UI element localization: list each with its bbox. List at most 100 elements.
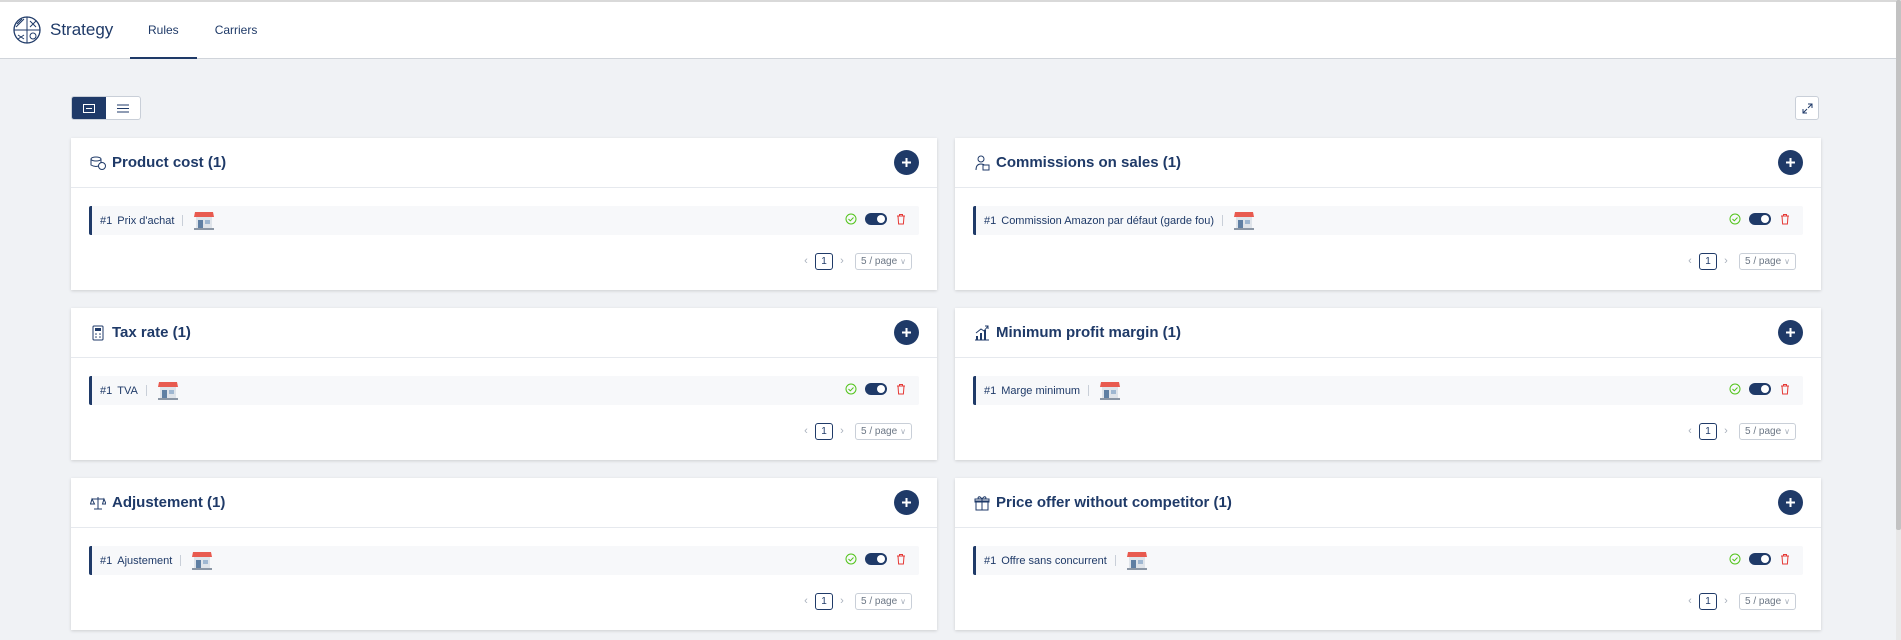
list-view-icon: [117, 104, 129, 112]
rule-row[interactable]: #1 Commission Amazon par défaut (garde f…: [973, 206, 1803, 235]
current-page[interactable]: 1: [1698, 592, 1717, 610]
add-rule-button[interactable]: [1778, 490, 1803, 515]
divider: [1088, 385, 1090, 396]
page-size-select[interactable]: 5 / page ∨: [854, 592, 912, 610]
rule-row[interactable]: #1 TVA: [89, 376, 919, 405]
page-scrollbar[interactable]: [1896, 0, 1901, 640]
card-header: Tax rate (1): [71, 308, 937, 358]
store-icon: [1126, 551, 1147, 570]
scale-icon: [90, 496, 106, 509]
page-size-select[interactable]: 5 / page ∨: [1738, 592, 1796, 610]
page-size-label: 5 / page: [860, 595, 898, 607]
prev-page-button[interactable]: ‹: [1683, 255, 1697, 267]
plus-icon: [902, 328, 911, 337]
rule-active-toggle[interactable]: [865, 383, 887, 395]
rule-name: Offre sans concurrent: [1001, 554, 1107, 567]
card-view-button[interactable]: [72, 97, 106, 119]
prev-page-button[interactable]: ‹: [1683, 425, 1697, 437]
current-page[interactable]: 1: [1698, 422, 1717, 440]
chevron-down-icon: ∨: [900, 256, 906, 266]
check-circle-icon: [1729, 383, 1741, 395]
add-rule-button[interactable]: [894, 490, 919, 515]
next-page-button[interactable]: ›: [1719, 425, 1733, 437]
next-page-button[interactable]: ›: [1719, 255, 1733, 267]
rule-name: Marge minimum: [1001, 384, 1081, 397]
add-rule-button[interactable]: [1778, 150, 1803, 175]
pagination: ‹ 1 › 5 / page ∨: [1683, 252, 1796, 270]
rule-number: #1: [100, 384, 113, 397]
rule-active-toggle[interactable]: [865, 553, 887, 565]
current-page[interactable]: 1: [814, 252, 833, 270]
page-size-select[interactable]: 5 / page ∨: [854, 422, 912, 440]
rule-actions: [1729, 213, 1791, 225]
card-header: Price offer without competitor (1): [955, 478, 1821, 528]
page-size-select[interactable]: 5 / page ∨: [854, 252, 912, 270]
list-view-button[interactable]: [106, 97, 140, 119]
pagination: ‹ 1 › 5 / page ∨: [1683, 422, 1796, 440]
next-page-button[interactable]: ›: [1719, 595, 1733, 607]
rule-row[interactable]: #1 Marge minimum: [973, 376, 1803, 405]
trash-icon[interactable]: [1779, 213, 1791, 225]
check-circle-icon: [845, 553, 857, 565]
store-icon: [157, 381, 178, 400]
add-rule-button[interactable]: [894, 320, 919, 345]
divider: [180, 555, 182, 566]
rule-number: #1: [984, 214, 997, 227]
trash-icon[interactable]: [1779, 383, 1791, 395]
card-title: Product cost (1): [112, 154, 227, 171]
store-icon: [194, 211, 215, 230]
prev-page-button[interactable]: ‹: [1683, 595, 1697, 607]
rule-active-toggle[interactable]: [1749, 383, 1771, 395]
trash-icon[interactable]: [1779, 553, 1791, 565]
next-page-button[interactable]: ›: [835, 425, 849, 437]
page-size-label: 5 / page: [1744, 425, 1782, 437]
page-size-label: 5 / page: [860, 425, 898, 437]
add-rule-button[interactable]: [1778, 320, 1803, 345]
tab-rules[interactable]: Rules: [130, 2, 197, 59]
trash-icon[interactable]: [895, 553, 907, 565]
divider: [145, 385, 147, 396]
card-header: Commissions on sales (1): [955, 138, 1821, 188]
scrollbar-thumb[interactable]: [1896, 0, 1901, 530]
trash-icon[interactable]: [895, 213, 907, 225]
store-icon: [1100, 381, 1121, 400]
check-circle-icon: [1729, 213, 1741, 225]
next-page-button[interactable]: ›: [835, 595, 849, 607]
app-title: Strategy: [50, 20, 114, 39]
current-page[interactable]: 1: [814, 422, 833, 440]
growth-chart-icon: [975, 325, 989, 340]
card-view-icon: [83, 103, 95, 113]
current-page[interactable]: 1: [814, 592, 833, 610]
rule-row[interactable]: #1 Offre sans concurrent: [973, 546, 1803, 575]
trash-icon[interactable]: [895, 383, 907, 395]
rule-active-toggle[interactable]: [865, 213, 887, 225]
page-size-select[interactable]: 5 / page ∨: [1738, 252, 1796, 270]
rule-row[interactable]: #1 Ajustement: [89, 546, 919, 575]
brand[interactable]: Strategy: [0, 2, 130, 58]
prev-page-button[interactable]: ‹: [799, 255, 813, 267]
rule-name: Prix d'achat: [117, 214, 175, 227]
pagination: ‹ 1 › 5 / page ∨: [799, 592, 912, 610]
rule-active-toggle[interactable]: [1749, 213, 1771, 225]
page-size-select[interactable]: 5 / page ∨: [1738, 422, 1796, 440]
add-rule-button[interactable]: [894, 150, 919, 175]
rule-row[interactable]: #1 Prix d'achat: [89, 206, 919, 235]
top-navbar: Strategy Rules Carriers: [0, 0, 1896, 59]
prev-page-button[interactable]: ‹: [799, 425, 813, 437]
card-header: Adjustement (1): [71, 478, 937, 528]
plus-icon: [1786, 328, 1795, 337]
page-size-label: 5 / page: [1744, 255, 1782, 267]
tab-carriers[interactable]: Carriers: [197, 2, 276, 58]
expand-button[interactable]: [1795, 96, 1819, 120]
next-page-button[interactable]: ›: [835, 255, 849, 267]
prev-page-button[interactable]: ‹: [799, 595, 813, 607]
card-title: Price offer without competitor (1): [996, 494, 1232, 511]
rule-name: Ajustement: [117, 554, 173, 567]
chevron-down-icon: ∨: [900, 596, 906, 606]
card-product-cost: Product cost (1) #1 Prix d'achat ‹ 1 › 5…: [71, 138, 937, 290]
current-page[interactable]: 1: [1698, 252, 1717, 270]
expand-icon: [1802, 103, 1812, 113]
card-price-offer-without-competitor: Price offer without competitor (1) #1 Of…: [955, 478, 1821, 630]
plus-icon: [902, 498, 911, 507]
rule-active-toggle[interactable]: [1749, 553, 1771, 565]
